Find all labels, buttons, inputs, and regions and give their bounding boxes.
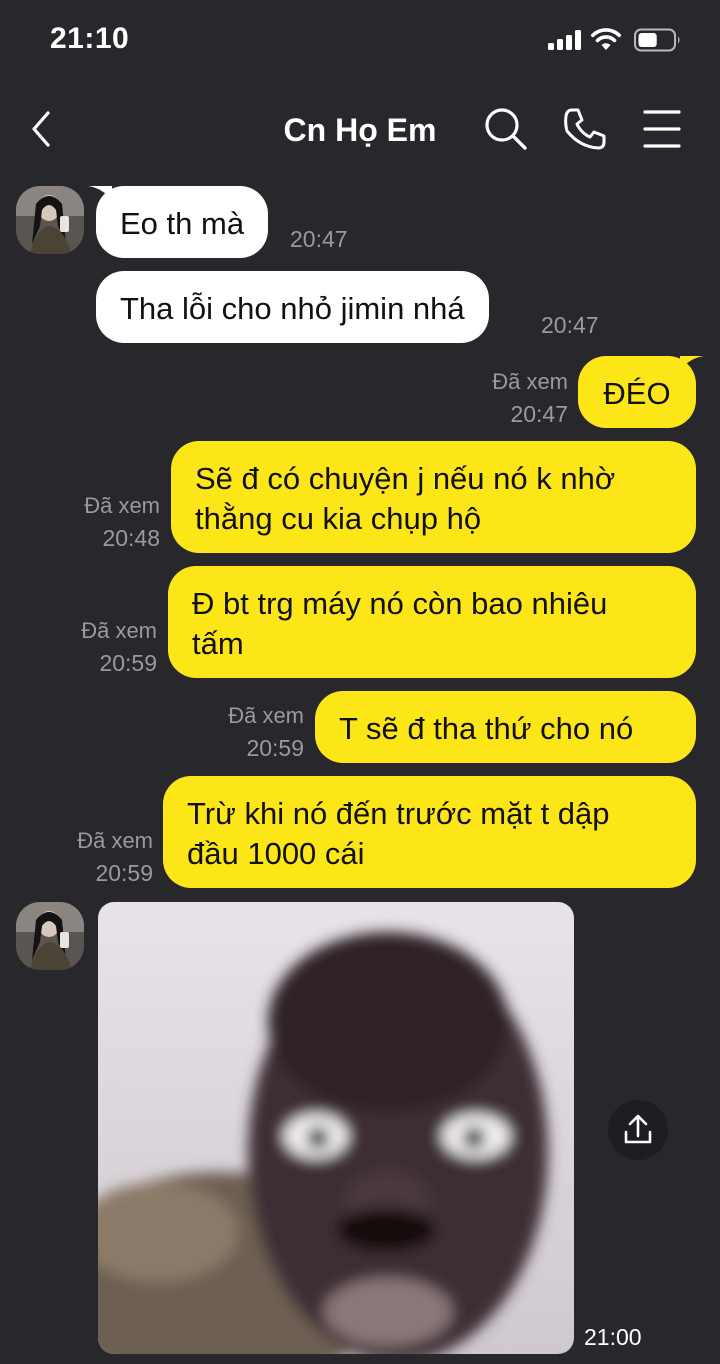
chevron-left-icon[interactable] (24, 106, 60, 152)
message-text: T sẽ đ tha thứ cho nó (339, 711, 634, 746)
message-time: 21:00 (584, 1324, 642, 1350)
message-bubble-outgoing[interactable]: Sẽ đ có chuyện j nếu nó k nhờ thằng cu k… (171, 441, 696, 553)
message-text-line: tấm (192, 626, 244, 661)
status-bar: 21:10 (0, 0, 720, 84)
bubble-tail (680, 356, 704, 370)
message-time: 20:48 (102, 525, 160, 551)
message-time: 20:47 (290, 226, 348, 252)
message-meta: Đã xem 20:59 (81, 617, 157, 677)
battery-icon (634, 28, 680, 52)
seen-label: Đã xem (77, 828, 153, 853)
chat-header: Cn Họ Em (0, 84, 720, 174)
photo-message[interactable] (98, 902, 574, 1354)
seen-label: Đã xem (492, 369, 568, 394)
message-time: 20:47 (541, 312, 599, 338)
avatar-photo (16, 186, 84, 254)
wifi-icon (591, 28, 621, 50)
seen-label: Đã xem (81, 618, 157, 643)
hamburger-menu-icon[interactable] (642, 108, 682, 150)
message-bubble-incoming[interactable]: Tha lỗi cho nhỏ jimin nhá (96, 271, 489, 343)
message-text: Tha lỗi cho nhỏ jimin nhá (120, 291, 465, 326)
message-bubble-outgoing[interactable]: Đ bt trg máy nó còn bao nhiêu tấm (168, 566, 696, 678)
message-meta: Đã xem 20:48 (84, 492, 160, 552)
photo-image (98, 902, 574, 1354)
search-icon[interactable] (483, 106, 529, 152)
message-bubble-outgoing[interactable]: Trừ khi nó đến trước mặt t dập đầu 1000 … (163, 776, 696, 888)
message-text-line: Đ bt trg máy nó còn bao nhiêu (192, 586, 608, 621)
bubble-tail (88, 186, 112, 200)
message-bubble-outgoing[interactable]: T sẽ đ tha thứ cho nó (315, 691, 696, 763)
message-time: 20:47 (510, 401, 568, 427)
share-upload-icon (624, 1114, 652, 1144)
message-time: 20:59 (99, 650, 157, 676)
status-time: 21:10 (50, 22, 130, 55)
cellular-signal-icon (548, 30, 582, 50)
message-bubble-outgoing[interactable]: ĐÉO (578, 356, 704, 428)
avatar-photo (16, 902, 84, 970)
message-text: ĐÉO (603, 376, 671, 411)
message-text: Eo th mà (120, 206, 245, 241)
message-text-line: thằng cu kia chụp hộ (195, 501, 482, 536)
chat-title: Cn Họ Em (283, 112, 437, 148)
message-meta: Đã xem 20:59 (228, 702, 304, 762)
message-bubble-incoming[interactable]: Eo th mà (88, 186, 269, 258)
phone-icon[interactable] (562, 106, 608, 152)
message-text-line: đầu 1000 cái (187, 836, 365, 871)
message-time: 20:59 (95, 860, 153, 886)
contact-avatar[interactable] (16, 186, 84, 254)
share-button[interactable] (608, 1100, 668, 1160)
message-meta: Đã xem 20:47 (492, 368, 568, 428)
message-text-line: Sẽ đ có chuyện j nếu nó k nhờ (195, 461, 616, 496)
message-meta: Đã xem 20:59 (77, 827, 153, 887)
message-text-line: Trừ khi nó đến trước mặt t dập (187, 796, 610, 831)
seen-label: Đã xem (84, 493, 160, 518)
seen-label: Đã xem (228, 703, 304, 728)
contact-avatar[interactable] (16, 902, 84, 970)
message-time: 20:59 (246, 735, 304, 761)
